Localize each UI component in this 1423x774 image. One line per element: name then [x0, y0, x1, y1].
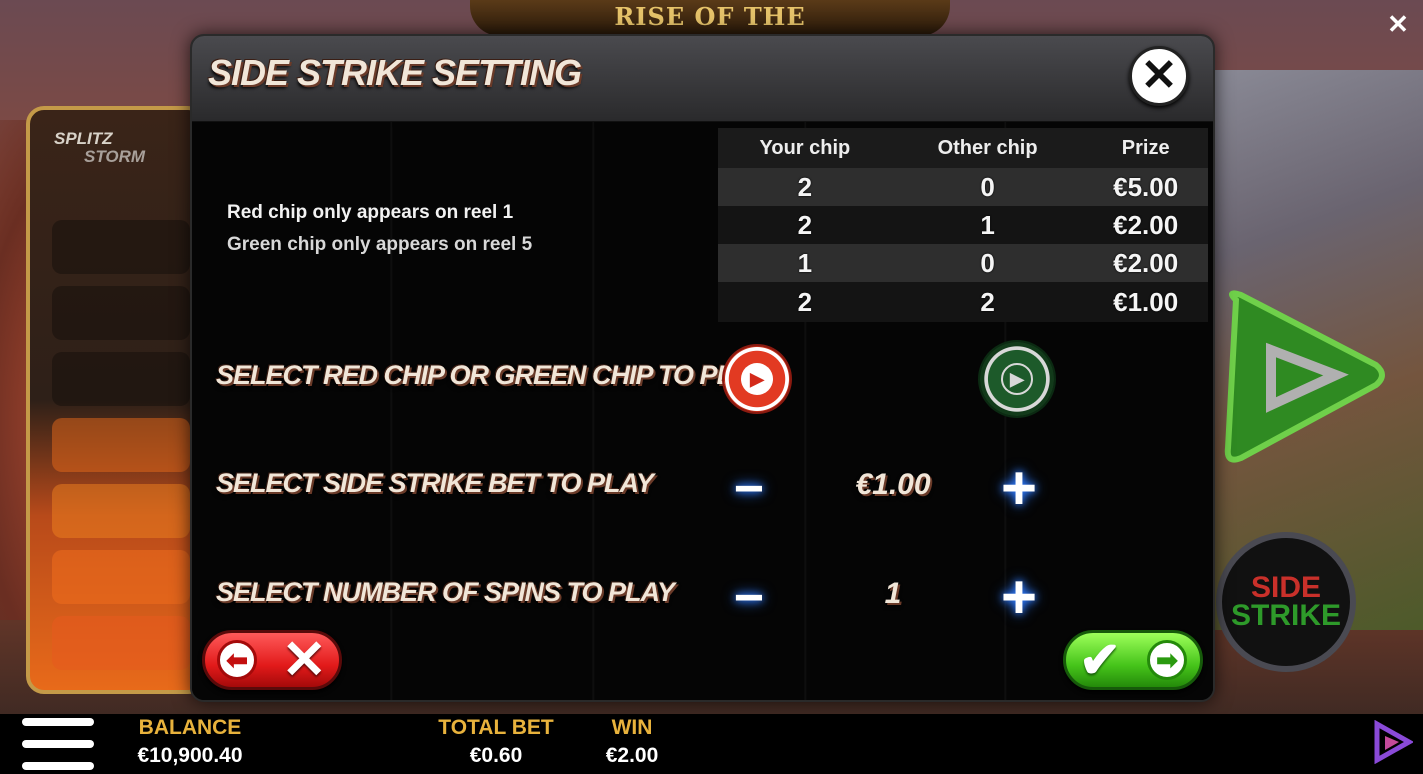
chip-logo-icon: ▶ — [741, 363, 773, 395]
dialog-header: SIDE STRIKE SETTING ✕ — [192, 36, 1213, 122]
cell-prize: €2.00 — [1083, 206, 1208, 244]
bet-select-label: SELECT SIDE STRIKE BET TO PLAY — [216, 468, 654, 498]
dialog-body: Red chip only appears on reel 1 Green ch… — [192, 122, 1213, 700]
dialog-title: SIDE STRIKE SETTING — [208, 52, 582, 93]
cell-your-chip: 2 — [718, 206, 892, 244]
bottom-status-bar: BALANCE €10,900.40 TOTAL BET €0.60 WIN €… — [0, 714, 1423, 774]
play-icon[interactable] — [1216, 280, 1386, 470]
table-row: 2 2 €1.00 — [718, 282, 1208, 322]
spins-select-label: SELECT NUMBER OF SPINS TO PLAY — [216, 577, 675, 607]
green-chip-button[interactable]: ▶ — [980, 342, 1054, 416]
bet-increase-button[interactable]: + — [994, 458, 1044, 520]
confirm-button[interactable]: ✔ ➡ — [1063, 630, 1203, 690]
balance-value: €10,900.40 — [137, 744, 243, 767]
checkmark-icon: ✔ — [1079, 632, 1121, 688]
cell-prize: €2.00 — [1083, 244, 1208, 282]
splitz-storm-logo: SPLITZ STORM — [54, 129, 146, 166]
meter-cell — [52, 484, 190, 538]
close-icon[interactable]: ✕ — [1387, 10, 1409, 38]
meter-cell — [52, 418, 190, 472]
side-strike-button[interactable]: SIDE STRIKE — [1216, 532, 1356, 672]
game-title-banner: RISE OF THE — [470, 0, 950, 36]
info-red-chip: Red chip only appears on reel 1 — [227, 202, 514, 223]
forward-arrow-icon: ➡ — [1146, 640, 1187, 680]
meter-cell — [52, 616, 190, 670]
chip-info: Red chip only appears on reel 1 Green ch… — [227, 197, 532, 261]
total-bet-label: TOTAL BET — [438, 716, 554, 739]
cell-your-chip: 2 — [718, 282, 892, 322]
info-green-chip: Green chip only appears on reel 5 — [227, 234, 533, 255]
spins-value: 1 — [884, 577, 902, 610]
back-arrow-icon: ⬅ — [217, 640, 258, 680]
column-header-other-chip: Other chip — [891, 128, 1084, 168]
cell-prize: €1.00 — [1083, 282, 1208, 322]
spins-increase-button[interactable]: + — [994, 567, 1044, 629]
balance-label: BALANCE — [138, 716, 242, 739]
brand-logo-icon — [1374, 720, 1413, 764]
meter-cell — [52, 286, 190, 340]
cell-other-chip: 1 — [891, 206, 1084, 244]
cross-icon: ✕ — [281, 630, 327, 690]
column-header-prize: Prize — [1083, 128, 1208, 168]
prize-table: Your chip Other chip Prize 2 0 €5.00 2 1… — [718, 128, 1208, 322]
cancel-button[interactable]: ⬅ ✕ — [202, 630, 342, 690]
close-icon[interactable]: ✕ — [1129, 46, 1189, 106]
column-header-your-chip: Your chip — [718, 128, 892, 168]
side-strike-settings-dialog: SIDE STRIKE SETTING ✕ Red chip only appe… — [190, 34, 1215, 702]
cell-your-chip: 1 — [718, 244, 892, 282]
spins-decrease-button[interactable]: − — [724, 572, 774, 624]
red-chip-button[interactable]: ▶ — [724, 346, 790, 412]
win-value: €2.00 — [605, 744, 659, 767]
table-row: 1 0 €2.00 — [718, 244, 1208, 282]
chip-logo-icon: ▶ — [1001, 363, 1033, 395]
table-row: 2 1 €2.00 — [718, 206, 1208, 244]
splitz-storm-meter: SPLITZ STORM — [26, 106, 206, 694]
hamburger-menu-icon[interactable] — [22, 718, 94, 770]
meter-cell — [52, 220, 190, 274]
win-label: WIN — [611, 716, 653, 739]
meter-cell — [52, 550, 190, 604]
cell-your-chip: 2 — [718, 168, 892, 206]
cell-other-chip: 0 — [891, 244, 1084, 282]
chip-select-label: SELECT RED CHIP OR GREEN CHIP TO PLAY — [216, 360, 767, 390]
cell-prize: €5.00 — [1083, 168, 1208, 206]
table-row: 2 0 €5.00 — [718, 168, 1208, 206]
cell-other-chip: 0 — [891, 168, 1084, 206]
bet-value: €1.00 — [855, 468, 931, 501]
cell-other-chip: 2 — [891, 282, 1084, 322]
total-bet-value: €0.60 — [469, 744, 523, 767]
bet-decrease-button[interactable]: − — [724, 463, 774, 515]
meter-cell — [52, 352, 190, 406]
